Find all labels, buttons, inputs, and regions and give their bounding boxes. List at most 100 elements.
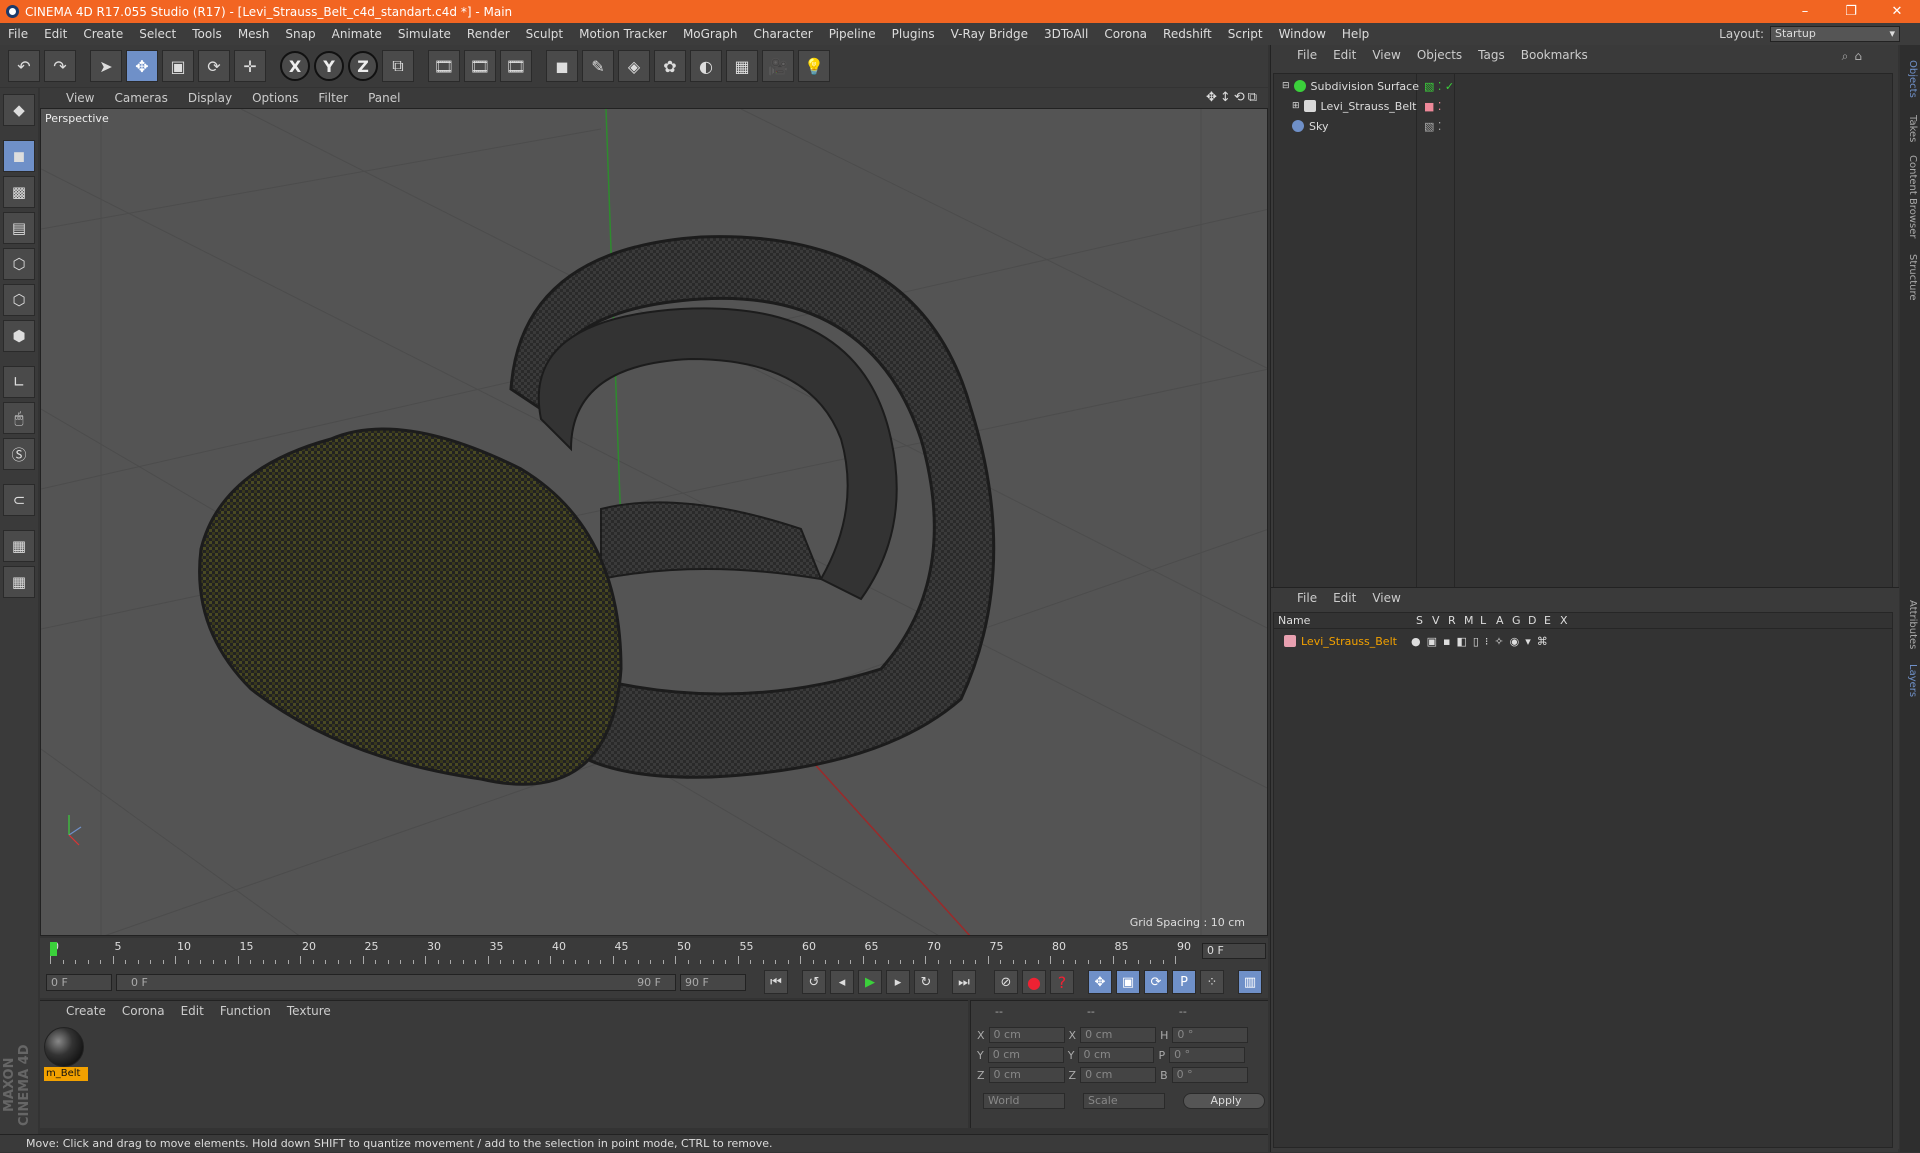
vp-menu-display[interactable]: Display: [188, 91, 232, 105]
undo-icon[interactable]: ↶: [8, 50, 40, 82]
select-arrow-icon[interactable]: ➤: [90, 50, 122, 82]
menu-tools[interactable]: Tools: [192, 27, 222, 41]
preview-range-slider[interactable]: 0 F 90 F: [116, 973, 676, 991]
menu-mesh[interactable]: Mesh: [238, 27, 270, 41]
menu-animate[interactable]: Animate: [332, 27, 382, 41]
menu-character[interactable]: Character: [753, 27, 812, 41]
expand-icon[interactable]: ⊞: [1292, 101, 1300, 111]
layout-select[interactable]: Startup: [1770, 26, 1900, 42]
menu-pipeline[interactable]: Pipeline: [829, 27, 876, 41]
key-pla-icon[interactable]: ⁘: [1200, 970, 1224, 994]
menu-3dtoall[interactable]: 3DToAll: [1044, 27, 1088, 41]
tab-layers[interactable]: Layers: [1902, 659, 1918, 703]
menu-redshift[interactable]: Redshift: [1163, 27, 1212, 41]
tab-structure[interactable]: Structure: [1902, 249, 1918, 305]
camera-icon[interactable]: 🎥: [762, 50, 794, 82]
workplane-icon[interactable]: ▤: [3, 212, 35, 244]
autokey-icon[interactable]: ?: [1050, 970, 1074, 994]
object-row[interactable]: ⊟ Subdivision Surface ▧ ⁚ ✓: [1274, 76, 1892, 96]
texture-mode-icon[interactable]: ▩: [3, 176, 35, 208]
key-parameter-icon[interactable]: P: [1172, 970, 1196, 994]
mat-menu-create[interactable]: Create: [66, 1004, 106, 1018]
keyframe-selection-icon[interactable]: ⊘: [994, 970, 1018, 994]
x-axis-lock-icon[interactable]: X: [280, 51, 310, 81]
coord-space-select[interactable]: World: [983, 1093, 1065, 1109]
end-frame-field[interactable]: 90 F: [680, 973, 746, 991]
current-frame-field[interactable]: 0 F: [1202, 943, 1266, 959]
edges-mode-icon[interactable]: ⬡: [3, 284, 35, 316]
rotate-tool-icon[interactable]: ⟳: [198, 50, 230, 82]
next-keyframe-icon[interactable]: ↻: [914, 970, 938, 994]
tab-objects[interactable]: Objects: [1902, 49, 1918, 109]
timeline-window-icon[interactable]: ▥: [1238, 970, 1262, 994]
expand-icon[interactable]: ⊟: [1282, 81, 1290, 91]
mat-menu-texture[interactable]: Texture: [287, 1004, 331, 1018]
light-icon[interactable]: 💡: [798, 50, 830, 82]
visibility-dots-icon[interactable]: ▧ ⁚: [1424, 120, 1441, 133]
obj-menu-edit[interactable]: Edit: [1333, 48, 1356, 62]
menu-help[interactable]: Help: [1342, 27, 1369, 41]
position-x-field[interactable]: 0 cm: [988, 1027, 1065, 1043]
model-mode-icon[interactable]: ◼: [3, 140, 35, 172]
menu-render[interactable]: Render: [467, 27, 510, 41]
menu-file[interactable]: File: [8, 27, 28, 41]
layer-menu-view[interactable]: View: [1372, 591, 1400, 605]
perspective-viewport[interactable]: Perspective Grid Spacing : 10 cm: [40, 108, 1268, 936]
layer-row[interactable]: Levi_Strauss_Belt ●▣▪◧▯⁝✧◉▾⌘: [1274, 631, 1892, 651]
obj-menu-objects[interactable]: Objects: [1417, 48, 1462, 62]
menu-plugins[interactable]: Plugins: [892, 27, 935, 41]
goto-end-icon[interactable]: ⏭: [952, 970, 976, 994]
mat-menu-edit[interactable]: Edit: [181, 1004, 204, 1018]
menu-create[interactable]: Create: [83, 27, 123, 41]
viewport-nav-icons[interactable]: ✥↕⟲⧉: [1206, 90, 1260, 105]
menu-motion-tracker[interactable]: Motion Tracker: [579, 27, 667, 41]
prev-keyframe-icon[interactable]: ↺: [802, 970, 826, 994]
object-manager-search-icon[interactable]: ⌕⌂: [1842, 49, 1868, 64]
tab-content-browser[interactable]: Content Browser: [1902, 149, 1918, 245]
play-icon[interactable]: ▶: [858, 970, 882, 994]
vp-menu-cameras[interactable]: Cameras: [114, 91, 167, 105]
maximize-button[interactable]: ❐: [1828, 0, 1874, 23]
minimize-button[interactable]: –: [1782, 0, 1828, 23]
redo-icon[interactable]: ↷: [44, 50, 76, 82]
pen-spline-icon[interactable]: ✎: [582, 50, 614, 82]
timeline-ruler[interactable]: 051015202530354045505560657075808590 0 F: [40, 938, 1268, 966]
mat-menu-function[interactable]: Function: [220, 1004, 271, 1018]
object-row[interactable]: Sky ▧ ⁚: [1274, 116, 1892, 136]
menu-script[interactable]: Script: [1228, 27, 1263, 41]
rotation-b-field[interactable]: 0 °: [1171, 1067, 1248, 1083]
rotation-p-field[interactable]: 0 °: [1169, 1047, 1246, 1063]
menu-edit[interactable]: Edit: [44, 27, 67, 41]
vp-menu-options[interactable]: Options: [252, 91, 298, 105]
object-row[interactable]: ⊞ Levi_Strauss_Belt ■ ⁚: [1274, 96, 1892, 116]
material-tag-icon[interactable]: ■ ⁚: [1424, 100, 1441, 113]
key-rotation-icon[interactable]: ⟳: [1144, 970, 1168, 994]
live-select-icon[interactable]: ✛: [234, 50, 266, 82]
render-picture-viewer-icon[interactable]: 🎞: [464, 50, 496, 82]
menu-snap[interactable]: Snap: [285, 27, 315, 41]
record-active-icon[interactable]: ●: [1022, 970, 1046, 994]
planar-workplane-icon[interactable]: ▦: [3, 566, 35, 598]
key-scale-icon[interactable]: ▣: [1116, 970, 1140, 994]
menu-vray-bridge[interactable]: V-Ray Bridge: [951, 27, 1028, 41]
menu-sculpt[interactable]: Sculpt: [526, 27, 563, 41]
menu-corona[interactable]: Corona: [1104, 27, 1147, 41]
locked-workplane-icon[interactable]: ▦: [3, 530, 35, 562]
z-axis-lock-icon[interactable]: Z: [348, 51, 378, 81]
tweak-mode-icon[interactable]: 🖱: [3, 402, 35, 434]
snap-magnet-icon[interactable]: ⊂: [3, 484, 35, 516]
obj-menu-view[interactable]: View: [1372, 48, 1400, 62]
start-frame-field[interactable]: 0 F: [46, 973, 112, 991]
vp-menu-panel[interactable]: Panel: [368, 91, 400, 105]
coordinate-system-icon[interactable]: ⧉: [382, 50, 414, 82]
menu-simulate[interactable]: Simulate: [398, 27, 451, 41]
menu-window[interactable]: Window: [1279, 27, 1326, 41]
position-y-field[interactable]: 0 cm: [987, 1047, 1064, 1063]
next-frame-icon[interactable]: ▸: [886, 970, 910, 994]
obj-menu-file[interactable]: File: [1297, 48, 1317, 62]
mograph-cloner-icon[interactable]: ✿: [654, 50, 686, 82]
scale-tool-icon[interactable]: ▣: [162, 50, 194, 82]
solo-mode-icon[interactable]: Ⓢ: [3, 438, 35, 470]
prev-frame-icon[interactable]: ◂: [830, 970, 854, 994]
layer-color-icon[interactable]: [1284, 635, 1296, 647]
